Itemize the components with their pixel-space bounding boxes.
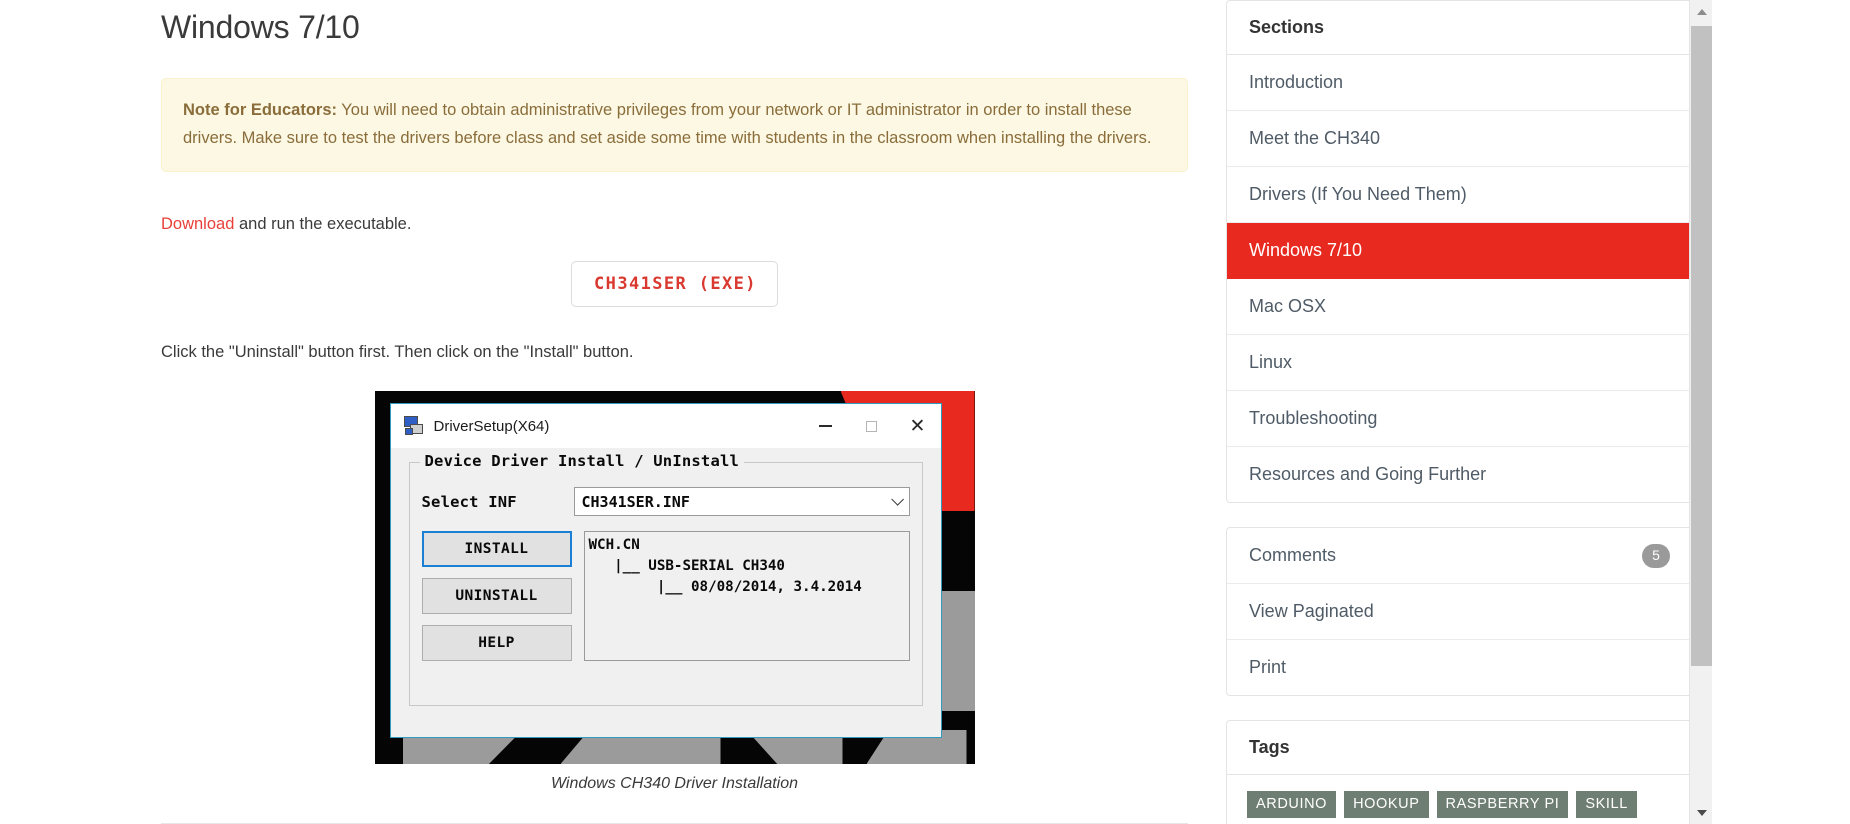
uninstall-button[interactable]: UNINSTALL <box>421 578 572 614</box>
download-paragraph: Download and run the executable. <box>161 211 1191 237</box>
download-link[interactable]: Download <box>161 215 234 233</box>
sidebar-item-view-paginated[interactable]: View Paginated <box>1227 584 1692 640</box>
close-icon[interactable]: ✕ <box>895 404 941 448</box>
select-inf-row: Select INF CH341SER.INF <box>422 487 910 516</box>
figure-caption: Windows CH340 Driver Installation <box>550 775 799 792</box>
sidebar-item-label: Linux <box>1249 352 1293 372</box>
sidebar-item-label: Introduction <box>1249 72 1344 92</box>
tags-list: ARDUINO HOOKUP RASPBERRY PI SKILL <box>1227 775 1692 824</box>
maximize-icon[interactable] <box>849 404 895 448</box>
window-titlebar: DriverSetup(X64) ✕ <box>390 404 941 448</box>
sidebar-item-label: View Paginated <box>1249 601 1374 621</box>
select-inf-value: CH341SER.INF <box>581 492 690 511</box>
select-inf-dropdown[interactable]: CH341SER.INF <box>573 487 910 516</box>
sidebar-item-mac-osx[interactable]: Mac OSX <box>1227 279 1692 335</box>
window-title: DriverSetup(X64) <box>433 417 550 435</box>
ch341ser-exe-download-button[interactable]: CH341SER (EXE) <box>571 261 778 307</box>
sidebar-item-resources[interactable]: Resources and Going Further <box>1227 447 1692 502</box>
actions-and-log-row: INSTALL UNINSTALL HELP WCH.CN |__ USB-SE… <box>421 531 910 661</box>
scrollbar-thumb[interactable] <box>1691 26 1712 666</box>
select-inf-label: Select INF <box>421 492 517 511</box>
sidebar-item-label: Windows 7/10 <box>1249 240 1363 260</box>
sidebar-item-label: Drivers (If You Need Them) <box>1249 184 1467 204</box>
window-body: Device Driver Install / UnInstall Select… <box>391 448 941 737</box>
window-controls: ✕ <box>803 404 941 448</box>
sidebar-item-label: Troubleshooting <box>1249 408 1378 428</box>
sidebar-item-label: Print <box>1249 657 1287 677</box>
install-instruction-paragraph: Click the "Uninstall" button first. Then… <box>161 343 634 361</box>
download-sentence-text: and run the executable. <box>234 215 412 233</box>
tag-hookup[interactable]: HOOKUP <box>1344 791 1429 818</box>
help-button[interactable]: HELP <box>421 625 572 661</box>
comments-count-badge: 5 <box>1642 543 1670 568</box>
sidebar-item-linux[interactable]: Linux <box>1227 335 1692 391</box>
sidebar-item-windows-7-10[interactable]: Windows 7/10 <box>1227 223 1692 279</box>
sidebar-item-troubleshooting[interactable]: Troubleshooting <box>1227 391 1692 447</box>
tag-skill[interactable]: SKILL <box>1576 791 1637 818</box>
sections-card-title: Sections <box>1227 1 1692 55</box>
groupbox-legend: Device Driver Install / UnInstall <box>419 452 745 470</box>
tag-raspberry-pi[interactable]: RASPBERRY PI <box>1436 791 1569 818</box>
driver-setup-app-icon <box>403 416 425 436</box>
article-column: Windows 7/10 Note for Educators: You wil… <box>161 0 1191 824</box>
page-root: Windows 7/10 Note for Educators: You wil… <box>0 0 1850 824</box>
dialog-button-column: INSTALL UNINSTALL HELP <box>421 531 572 661</box>
device-driver-groupbox: Device Driver Install / UnInstall Select… <box>408 452 923 706</box>
educator-note-callout: Note for Educators: You will need to obt… <box>161 78 1188 172</box>
tags-card-title: Tags <box>1227 721 1692 775</box>
actions-card: Comments 5 View Paginated Print <box>1226 527 1693 696</box>
educator-note-label: Note for Educators: <box>183 101 338 119</box>
sidebar-item-label: Meet the CH340 <box>1249 128 1381 148</box>
sidebar-item-introduction[interactable]: Introduction <box>1227 55 1692 111</box>
sidebar-item-meet-the-ch340[interactable]: Meet the CH340 <box>1227 111 1692 167</box>
chevron-down-icon <box>890 493 904 506</box>
driver-install-screenshot: DriverSetup(X64) ✕ Device Driver Install… <box>374 391 975 764</box>
download-button-row: CH341SER (EXE) <box>161 261 1188 307</box>
scroll-down-arrow-icon[interactable] <box>1690 801 1713 824</box>
sidebar-item-comments[interactable]: Comments 5 <box>1227 528 1692 584</box>
sidebar-item-print[interactable]: Print <box>1227 640 1692 695</box>
sidebar-item-label: Mac OSX <box>1249 296 1327 316</box>
tags-card: Tags ARDUINO HOOKUP RASPBERRY PI SKILL <box>1226 720 1693 824</box>
backdrop-gray-right-shape <box>940 591 975 711</box>
scroll-up-arrow-icon[interactable] <box>1690 0 1713 23</box>
sections-card: Sections Introduction Meet the CH340 Dri… <box>1226 0 1693 503</box>
sidebar-item-drivers[interactable]: Drivers (If You Need Them) <box>1227 167 1692 223</box>
page-scrollbar[interactable] <box>1689 0 1712 824</box>
sidebar-item-label: Comments <box>1249 545 1337 565</box>
driver-setup-window: DriverSetup(X64) ✕ Device Driver Install… <box>389 403 942 738</box>
sidebar-item-label: Resources and Going Further <box>1249 464 1487 484</box>
sidebar: Sections Introduction Meet the CH340 Dri… <box>1226 0 1693 824</box>
driver-install-figure: DriverSetup(X64) ✕ Device Driver Install… <box>161 391 1188 793</box>
page-title: Windows 7/10 <box>161 9 360 45</box>
tag-arduino[interactable]: ARDUINO <box>1247 791 1337 818</box>
minimize-icon[interactable] <box>803 404 849 448</box>
install-button[interactable]: INSTALL <box>421 531 572 567</box>
driver-log-output: WCH.CN |__ USB-SERIAL CH340 |__ 08/08/20… <box>583 531 910 661</box>
